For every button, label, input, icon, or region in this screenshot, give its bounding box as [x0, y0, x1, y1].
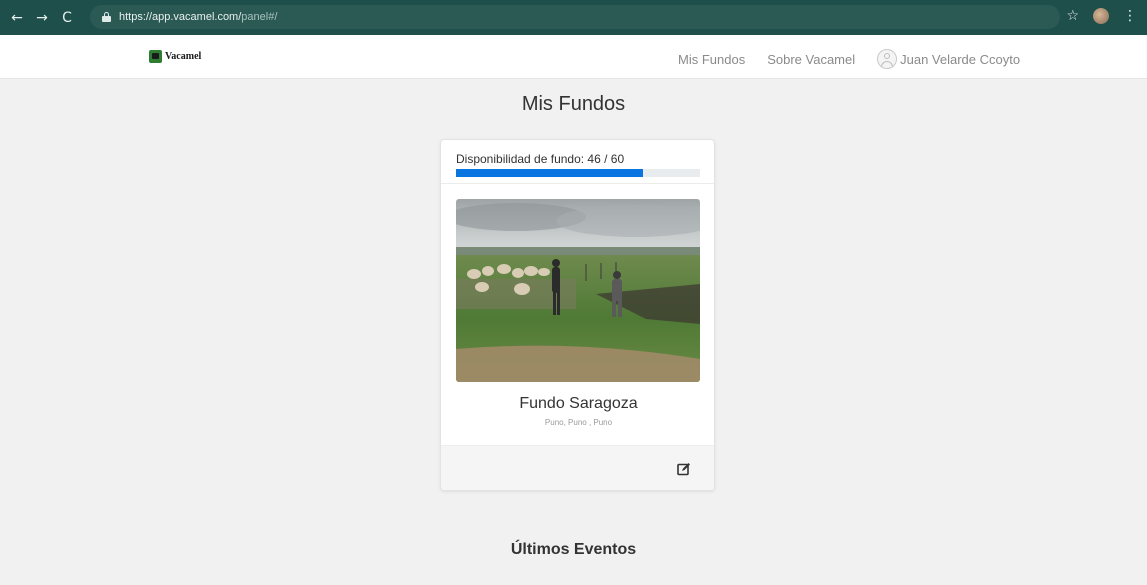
forward-arrow-icon[interactable]: → — [31, 10, 53, 26]
browser-toolbar: ← → C https://app.vacamel.com/panel#/ ☆ … — [0, 0, 1147, 35]
card-header: Disponibilidad de fundo: 46 / 60 — [441, 140, 714, 184]
fundo-location: Puno, Puno , Puno — [544, 418, 613, 427]
edit-icon[interactable] — [677, 462, 691, 476]
cow-logo-icon — [149, 50, 162, 63]
lock-icon — [102, 12, 111, 22]
bookmark-star-icon[interactable]: ☆ — [1066, 8, 1079, 24]
fundo-card: Disponibilidad de fundo: 46 / 60 Fundo S… — [440, 139, 715, 491]
nav-link-sobre-vacamel[interactable]: Sobre Vacamel — [767, 52, 855, 67]
reload-icon[interactable]: C — [56, 10, 78, 26]
user-menu[interactable]: Juan Velarde Ccoyto — [877, 49, 1020, 69]
availability-progress-bar — [456, 169, 700, 177]
page-title: Mis Fundos — [521, 93, 626, 115]
card-footer — [441, 445, 714, 490]
brand-name: Vacamel — [165, 51, 202, 62]
user-name: Juan Velarde Ccoyto — [900, 51, 1021, 67]
back-arrow-icon[interactable]: ← — [6, 10, 28, 26]
browser-menu-icon[interactable]: ⋮ — [1123, 8, 1137, 24]
user-avatar-icon — [877, 49, 898, 69]
availability-label: Disponibilidad de fundo: 46 / 60 — [456, 152, 625, 166]
nav-link-mis-fundos[interactable]: Mis Fundos — [678, 52, 745, 67]
url-text: https://app.vacamel.com/panel#/ — [119, 11, 278, 23]
events-section-title: Últimos Eventos — [510, 541, 637, 558]
availability-progress-fill — [456, 169, 644, 177]
profile-avatar-icon[interactable] — [1093, 8, 1109, 24]
fundo-photo-image — [456, 199, 700, 382]
brand-logo[interactable]: Vacamel — [149, 50, 201, 63]
fundo-name: Fundo Saragoza — [519, 395, 638, 412]
address-bar[interactable]: https://app.vacamel.com/panel#/ — [90, 5, 1060, 29]
app-navbar: Vacamel Mis Fundos Sobre Vacamel Juan Ve… — [0, 35, 1147, 79]
fundo-photo[interactable] — [456, 199, 700, 382]
